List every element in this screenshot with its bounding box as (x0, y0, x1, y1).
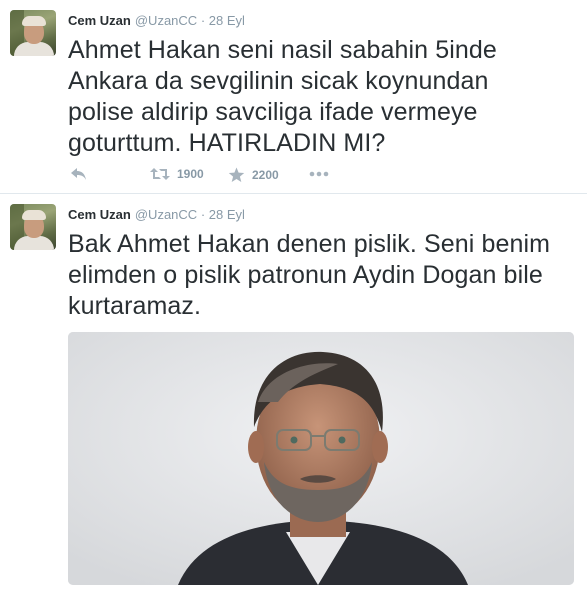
tweet[interactable]: Cem Uzan @UzanCC · 28 Eyl Ahmet Hakan sen… (0, 0, 587, 193)
tweet-header: Cem Uzan @UzanCC · 28 Eyl (68, 207, 245, 222)
author-handle[interactable]: @UzanCC (135, 207, 197, 222)
author-name[interactable]: Cem Uzan (68, 13, 131, 28)
reply-button[interactable] (70, 167, 88, 181)
favorite-button[interactable]: 2200 (228, 167, 279, 183)
separator: · (200, 13, 206, 28)
tweet-header: Cem Uzan @UzanCC · 28 Eyl (68, 13, 245, 28)
tweet[interactable]: Cem Uzan @UzanCC · 28 Eyl Bak Ahmet Hakan… (0, 194, 587, 596)
tweet-date[interactable]: 28 Eyl (209, 207, 245, 222)
retweet-button[interactable]: 1900 (150, 167, 204, 181)
avatar[interactable] (10, 10, 56, 56)
retweet-count: 1900 (177, 167, 204, 181)
avatar[interactable] (10, 204, 56, 250)
favorite-count: 2200 (252, 168, 279, 182)
author-handle[interactable]: @UzanCC (135, 13, 197, 28)
portrait-photo (68, 332, 574, 585)
separator: · (200, 207, 206, 222)
tweet-photo[interactable] (68, 332, 574, 585)
author-name[interactable]: Cem Uzan (68, 207, 131, 222)
favorite-icon (228, 167, 245, 183)
more-icon (309, 171, 329, 177)
more-button[interactable] (309, 171, 329, 177)
tweet-date[interactable]: 28 Eyl (209, 13, 245, 28)
tweet-text: Ahmet Hakan seni nasil sabahin 5inde Ank… (68, 36, 497, 157)
tweet-text: Bak Ahmet Hakan denen pislik. Seni benim… (68, 230, 551, 320)
retweet-icon (150, 167, 170, 181)
reply-icon (70, 167, 88, 181)
